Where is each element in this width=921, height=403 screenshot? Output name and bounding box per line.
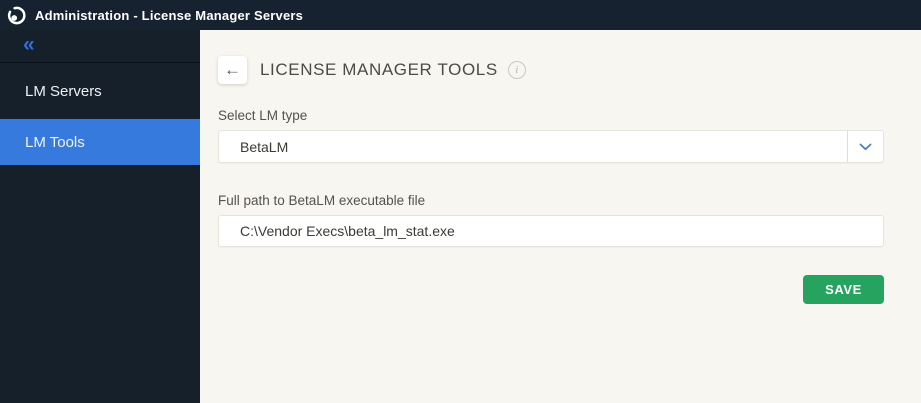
sidebar: « LM Servers LM Tools bbox=[0, 30, 200, 403]
back-button[interactable]: ← bbox=[218, 55, 247, 84]
sidebar-item-label: LM Tools bbox=[25, 133, 85, 151]
top-bar: Administration - License Manager Servers bbox=[0, 0, 921, 30]
sidebar-item-lm-servers[interactable]: LM Servers bbox=[0, 63, 200, 119]
page-header: ← LICENSE MANAGER TOOLS i bbox=[218, 55, 884, 84]
sidebar-collapse-row: « bbox=[0, 30, 200, 63]
save-button[interactable]: SAVE bbox=[803, 275, 884, 304]
admin-logo-icon bbox=[6, 5, 26, 25]
chevron-down-icon[interactable] bbox=[847, 131, 883, 162]
sidebar-item-label: LM Servers bbox=[25, 82, 102, 100]
collapse-sidebar-icon[interactable]: « bbox=[23, 34, 35, 58]
window-title: Administration - License Manager Servers bbox=[35, 7, 304, 23]
main-content: ← LICENSE MANAGER TOOLS i Select LM type… bbox=[200, 30, 921, 403]
sidebar-item-lm-tools[interactable]: LM Tools bbox=[0, 119, 200, 165]
info-icon[interactable]: i bbox=[507, 60, 526, 79]
lm-type-select[interactable]: BetaLM bbox=[218, 130, 884, 163]
actions-row: SAVE bbox=[218, 275, 884, 304]
exe-path-input[interactable] bbox=[218, 215, 884, 247]
lm-type-label: Select LM type bbox=[218, 108, 308, 123]
page-title: LICENSE MANAGER TOOLS bbox=[260, 59, 498, 79]
back-arrow-icon: ← bbox=[224, 60, 241, 79]
exe-path-label: Full path to BetaLM executable file bbox=[218, 193, 426, 208]
lm-type-selected-value: BetaLM bbox=[240, 138, 289, 155]
